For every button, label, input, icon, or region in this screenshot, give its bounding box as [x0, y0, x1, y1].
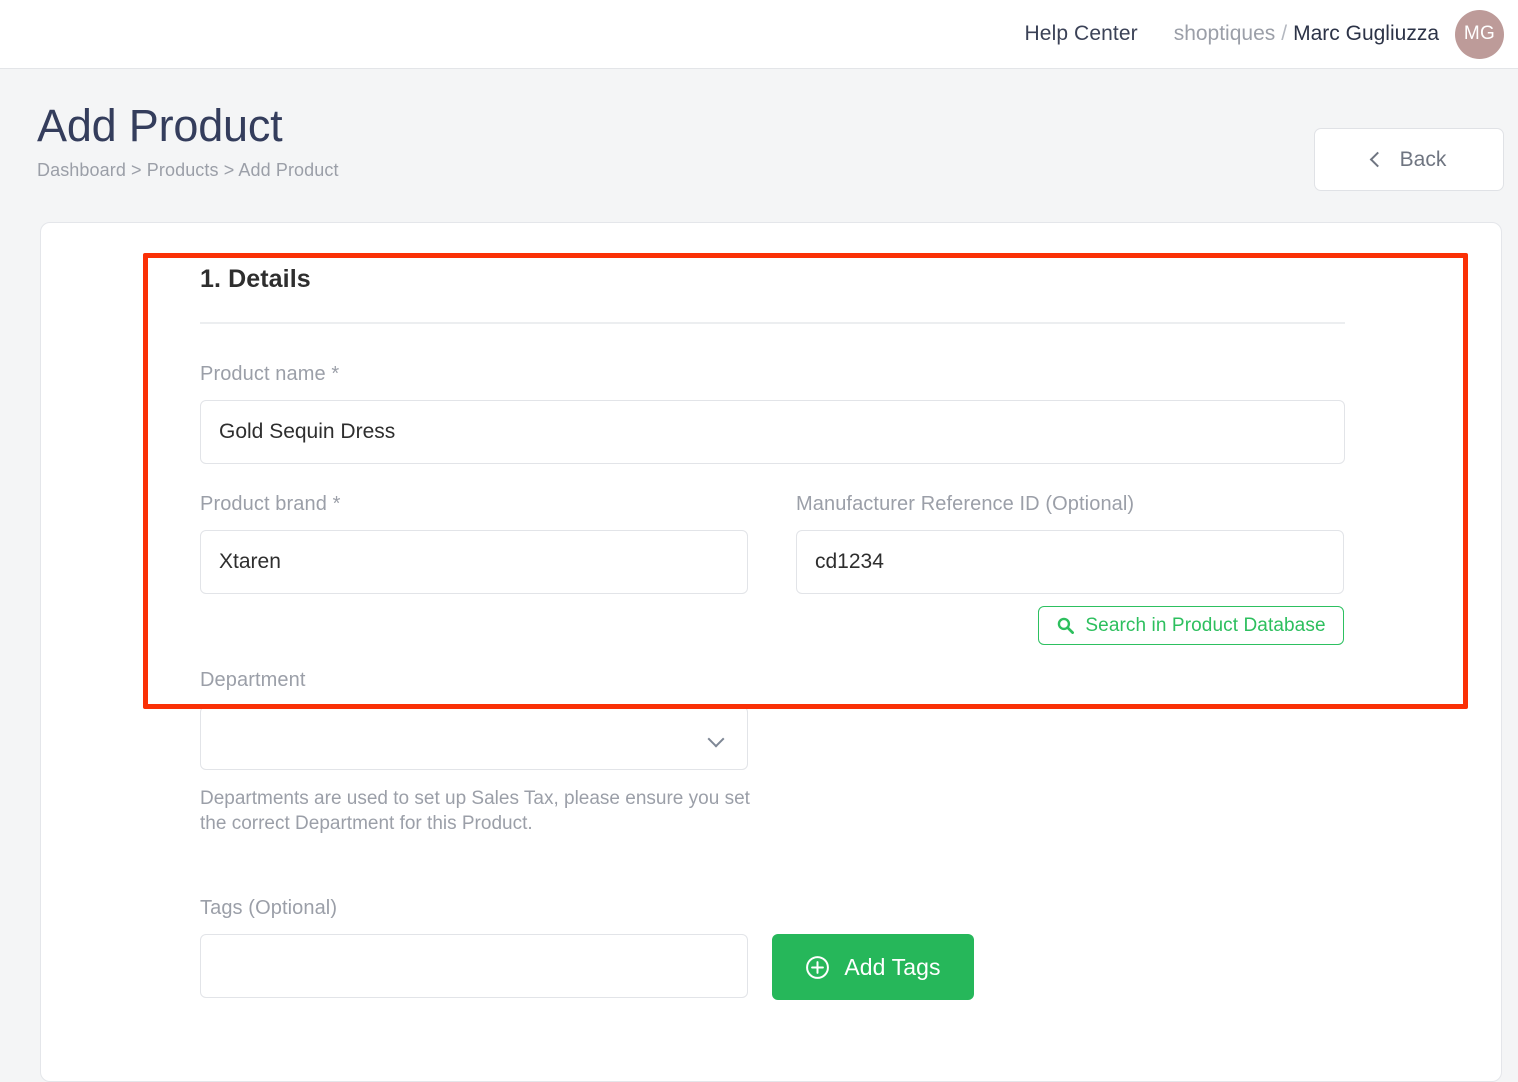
tags-input[interactable]: [200, 934, 748, 998]
account-breadcrumb: shoptiques / Marc Gugliuzza: [1174, 22, 1439, 46]
section-divider: [200, 322, 1345, 324]
department-select[interactable]: [200, 706, 748, 770]
plus-circle-icon: [806, 955, 830, 979]
product-name-label: Product name *: [200, 363, 340, 385]
add-tags-button[interactable]: Add Tags: [772, 934, 974, 1000]
back-button-label: Back: [1399, 147, 1447, 171]
tags-label: Tags (Optional): [200, 897, 338, 919]
page-header: Add Product Dashboard > Products > Add P…: [0, 69, 1518, 222]
product-brand-field-group: Product brand *: [200, 493, 748, 645]
tags-row: Add Tags: [200, 934, 1345, 1000]
product-name-input[interactable]: [200, 400, 1345, 464]
account-org-label[interactable]: shoptiques: [1174, 22, 1276, 46]
chevron-left-icon: [1369, 151, 1385, 168]
tags-field-group: Tags (Optional) Add Tags: [200, 897, 1345, 1000]
manufacturer-reference-label: Manufacturer Reference ID (Optional): [796, 493, 1135, 515]
brand-and-reference-row: Product brand * Manufacturer Reference I…: [200, 493, 1345, 645]
product-name-field-group: Product name *: [200, 363, 1345, 464]
add-tags-label: Add Tags: [844, 953, 941, 980]
department-field-group: Department Departments are used to set u…: [200, 669, 750, 836]
search-product-database-button[interactable]: Search in Product Database: [1038, 606, 1344, 645]
manufacturer-reference-input[interactable]: [796, 530, 1344, 594]
search-icon: [1058, 617, 1075, 634]
chevron-down-icon: [707, 730, 725, 748]
page-title: Add Product: [37, 100, 283, 151]
department-label: Department: [200, 669, 306, 691]
account-user-name[interactable]: Marc Gugliuzza: [1293, 22, 1439, 46]
product-brand-input[interactable]: [200, 530, 748, 594]
top-navigation-bar: Help Center shoptiques / Marc Gugliuzza …: [0, 0, 1518, 69]
details-section: 1. Details Product name * Product brand …: [200, 265, 1345, 1000]
back-button[interactable]: Back: [1314, 128, 1504, 191]
account-separator: /: [1281, 22, 1288, 45]
section-title: 1. Details: [200, 265, 311, 293]
avatar[interactable]: MG: [1455, 9, 1504, 59]
help-center-link[interactable]: Help Center: [1025, 22, 1138, 46]
manufacturer-reference-field-group: Manufacturer Reference ID (Optional) Sea…: [796, 493, 1344, 645]
product-brand-label: Product brand *: [200, 493, 341, 515]
search-product-database-label: Search in Product Database: [1085, 614, 1326, 636]
department-help-text: Departments are used to set up Sales Tax…: [200, 788, 750, 834]
breadcrumb[interactable]: Dashboard > Products > Add Product: [37, 160, 1482, 181]
